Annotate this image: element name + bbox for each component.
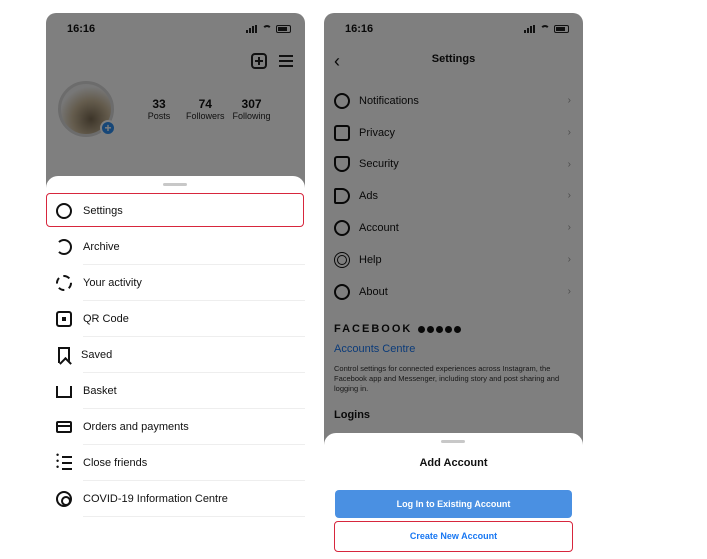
menu-item-label: Archive [83, 241, 120, 253]
menu-item-label: COVID-19 Information Centre [83, 493, 228, 505]
menu-item-label: Your activity [83, 277, 142, 289]
activity-icon [56, 275, 72, 291]
menu-item-label: Basket [83, 385, 117, 397]
menu-item-label: QR Code [83, 313, 129, 325]
close-friends-icon [56, 452, 72, 471]
gear-icon [56, 203, 72, 219]
sheet-grabber[interactable] [163, 183, 187, 186]
page: 16:16 + 33 Posts 74 Followers 307 [0, 0, 707, 559]
menu-item-archive[interactable]: Archive [46, 229, 305, 265]
profile-menu: Settings Archive Your activity QR Code S… [46, 193, 305, 517]
log-in-existing-account-button[interactable]: Log In to Existing Account [335, 490, 572, 518]
menu-item-covid[interactable]: COVID-19 Information Centre [46, 481, 305, 517]
qr-code-icon [56, 311, 72, 327]
menu-item-label: Orders and payments [83, 421, 189, 433]
menu-item-label: Close friends [83, 457, 148, 469]
menu-item-settings[interactable]: Settings [46, 193, 305, 229]
bookmark-icon [58, 347, 70, 363]
profile-menu-sheet: Settings Archive Your activity QR Code S… [46, 176, 305, 559]
add-account-sheet: Add Account Log In to Existing Account C… [324, 433, 583, 559]
sheet-grabber[interactable] [441, 440, 465, 443]
highlight-box [46, 193, 304, 227]
divider [83, 516, 305, 517]
menu-item-your-activity[interactable]: Your activity [46, 265, 305, 301]
create-new-account-button[interactable]: Create New Account [334, 521, 573, 552]
menu-item-orders-payments[interactable]: Orders and payments [46, 409, 305, 445]
profile-screen: 16:16 + 33 Posts 74 Followers 307 [46, 13, 305, 559]
sheet-title: Add Account [419, 457, 488, 469]
menu-item-saved[interactable]: Saved [46, 337, 305, 373]
archive-icon [56, 239, 72, 255]
settings-screen: 16:16 ‹ Settings Notifications › Privacy… [324, 13, 583, 559]
menu-item-label: Saved [81, 349, 113, 361]
menu-item-close-friends[interactable]: Close friends [46, 445, 305, 481]
basket-icon [56, 386, 72, 398]
covid-icon [56, 491, 72, 507]
card-icon [56, 421, 72, 433]
menu-item-basket[interactable]: Basket [46, 373, 305, 409]
menu-item-qr-code[interactable]: QR Code [46, 301, 305, 337]
